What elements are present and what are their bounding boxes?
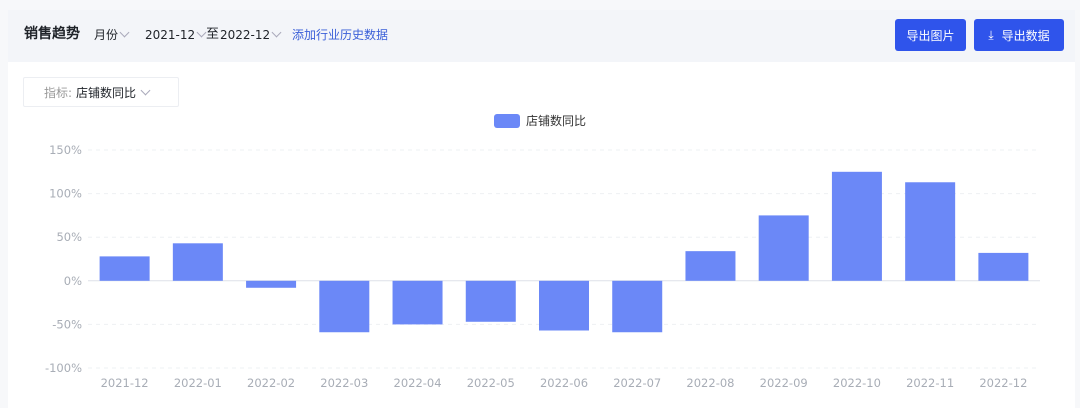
x-tick-label: 2022-09 (760, 376, 808, 390)
bar (685, 251, 736, 281)
x-tick-label: 2022-02 (247, 376, 295, 390)
x-tick-label: 2022-07 (613, 376, 661, 390)
bar (831, 171, 882, 281)
x-tick-label: 2022-08 (686, 376, 734, 390)
bar (978, 252, 1029, 281)
bar-chart: 150% 100% 50% 0% -50% -100% 2021-12 2022-01 2022… (45, 143, 1040, 390)
x-tick-label: 2022-12 (979, 376, 1027, 390)
bar (905, 182, 956, 281)
x-tick-label: 2022-01 (174, 376, 222, 390)
y-tick-label: -50% (52, 317, 82, 331)
x-tick-label: 2022-06 (540, 376, 588, 390)
y-tick-label: 50% (56, 230, 82, 244)
y-tick-label: 100% (49, 187, 82, 201)
x-tick-label: 2022-04 (394, 376, 442, 390)
bar (465, 280, 516, 322)
y-tick-label: -100% (45, 361, 82, 375)
y-tick-label: 0% (64, 274, 82, 288)
bar (539, 280, 589, 331)
x-tick-label: 2022-11 (906, 376, 954, 390)
bar (319, 280, 370, 333)
bar (392, 280, 443, 325)
x-tick-label: 2022-03 (320, 376, 368, 390)
bar (246, 280, 297, 288)
x-tick-label: 2021-12 (101, 376, 149, 390)
bar (99, 256, 150, 281)
bar (612, 280, 663, 333)
bar (172, 243, 223, 281)
y-tick-label: 150% (49, 143, 82, 157)
bar (758, 215, 809, 281)
x-tick-label: 2022-05 (467, 376, 515, 390)
x-tick-label: 2022-10 (833, 376, 881, 390)
